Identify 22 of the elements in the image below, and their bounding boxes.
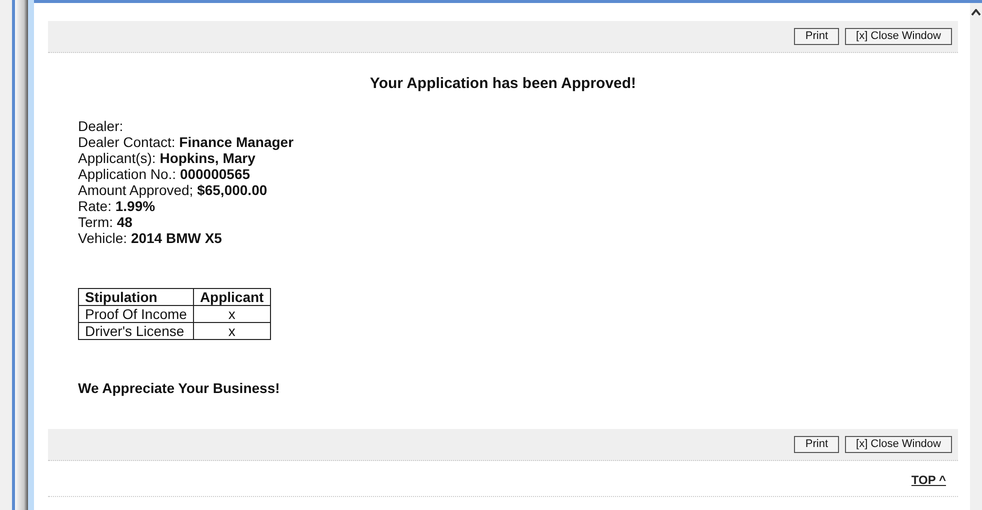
detail-line: Amount Approved; $65,000.00 (78, 182, 268, 198)
table-cell: Proof Of Income (78, 305, 194, 322)
detail-line: Applicant(s): Hopkins, Mary (78, 150, 256, 166)
table-cell: x (193, 305, 270, 322)
print-button[interactable]: Print (794, 436, 840, 452)
table-cell: x (193, 322, 270, 339)
top-link[interactable]: TOP ^ (911, 472, 946, 486)
detail-line: Application No.: 000000565 (78, 166, 250, 182)
detail-line: Term: 48 (78, 214, 134, 230)
table-cell: Driver's License (78, 322, 194, 339)
detail-line: Rate: 1.99% (78, 198, 156, 214)
print-button[interactable]: Print (794, 28, 840, 45)
column-header: Stipulation (78, 288, 194, 305)
closing-message: We Appreciate Your Business! (78, 378, 281, 398)
detail-line: Dealer: (78, 118, 124, 134)
close-window-button[interactable]: [x] Close Window (845, 436, 952, 452)
close-window-button[interactable]: [x] Close Window (845, 28, 952, 45)
detail-line: Dealer Contact: Finance Manager (78, 134, 295, 150)
detail-line: Vehicle: 2014 BMW X5 (78, 230, 223, 246)
column-header: Applicant (193, 288, 270, 305)
page-heading: Your Application has been Approved! (368, 74, 638, 94)
scroll-up-icon[interactable] (971, 9, 981, 16)
